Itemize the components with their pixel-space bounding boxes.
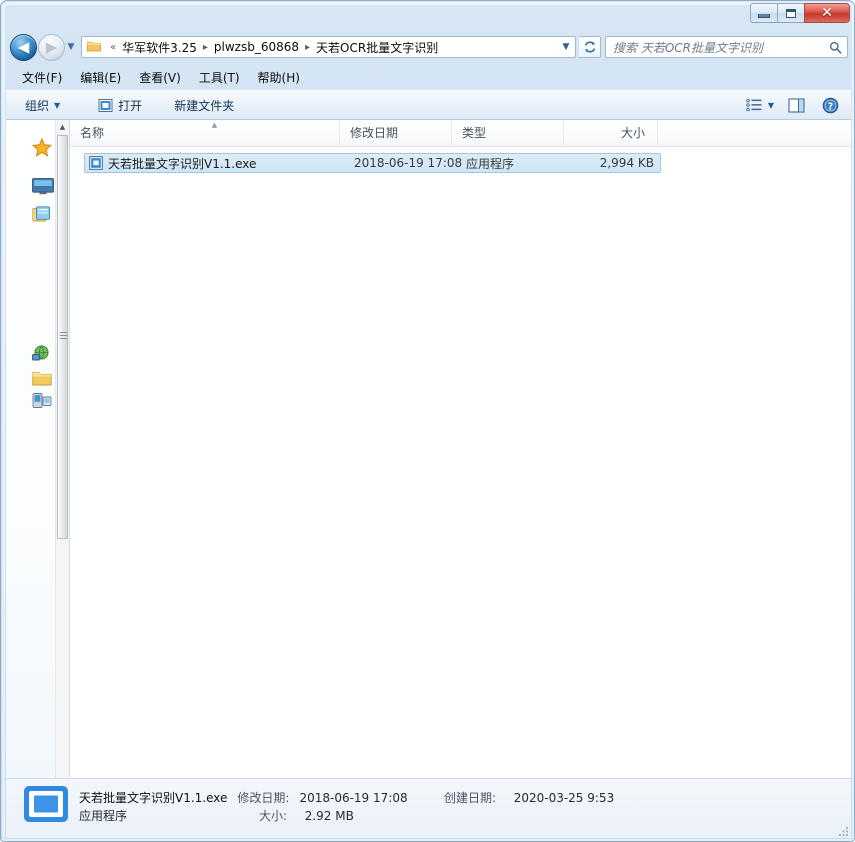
scroll-up-arrow-icon[interactable]: ▲	[56, 120, 69, 134]
command-toolbar: 组织 ▼ 打开 新建文件夹 ▼ ?	[6, 90, 851, 120]
file-type-cell: 应用程序	[466, 156, 515, 171]
column-header-type-label: 类型	[462, 126, 487, 140]
breadcrumb-item-2[interactable]: 天若OCR批量文字识别	[315, 39, 439, 56]
application-exe-icon	[98, 98, 113, 112]
menu-item-view[interactable]: 查看(V)	[130, 66, 190, 89]
navigation-pane[interactable]: ▲	[6, 120, 69, 778]
details-primary-line: 天若批量文字识别V1.1.exe 修改日期: 2018-06-19 17:08	[79, 789, 408, 806]
details-modified-label: 修改日期:	[237, 791, 290, 805]
file-name-cell[interactable]: 天若批量文字识别V1.1.exe	[89, 154, 256, 172]
menu-item-edit[interactable]: 编辑(E)	[71, 66, 130, 89]
column-header-row: 名称 修改日期 类型 大小 ▲	[70, 120, 851, 147]
favorites-star-icon[interactable]	[32, 137, 52, 157]
libraries-icon[interactable]	[32, 206, 52, 224]
help-icon: ?	[822, 97, 839, 113]
application-exe-icon-large	[24, 786, 68, 822]
computer-icon[interactable]	[32, 392, 52, 410]
details-created-group: 创建日期: 2020-03-25 9:53	[444, 789, 614, 806]
column-header-size[interactable]: 大小	[564, 120, 658, 145]
breadcrumb-item-1[interactable]: plwzsb_60868	[213, 40, 300, 54]
explorer-window: ✕ ◀ ▶ ▼ « 华军软件3.25 ▸ plwzsb_60868 ▸ 天若OC…	[0, 0, 855, 842]
refresh-icon	[584, 41, 595, 53]
back-arrow-icon: ◀	[17, 38, 30, 56]
new-folder-label: 新建文件夹	[174, 98, 235, 113]
scrollbar-thumb[interactable]	[57, 135, 68, 539]
sort-ascending-icon: ▲	[211, 121, 218, 129]
network-icon[interactable]	[32, 344, 52, 362]
title-bar: ✕	[1, 1, 854, 29]
menu-item-tools[interactable]: 工具(T)	[190, 66, 249, 89]
breadcrumb-separator-0[interactable]: ▸	[198, 42, 213, 53]
menu-item-help[interactable]: 帮助(H)	[249, 66, 309, 89]
maximize-button[interactable]	[777, 3, 805, 23]
address-leading-separator: «	[110, 41, 117, 53]
navigation-pane-scrollbar[interactable]: ▲	[55, 120, 69, 778]
search-icon	[823, 41, 847, 54]
close-button[interactable]: ✕	[804, 3, 850, 23]
search-box[interactable]: 搜索 天若OCR批量文字识别	[605, 36, 848, 58]
table-row[interactable]: 天若批量文字识别V1.1.exe 2018-06-19 17:08 应用程序 2…	[84, 153, 661, 173]
address-row: ◀ ▶ ▼ « 华军软件3.25 ▸ plwzsb_60868 ▸ 天若OCR批…	[1, 29, 854, 65]
organize-label: 组织	[25, 98, 50, 113]
close-icon: ✕	[821, 5, 833, 21]
organize-button[interactable]: 组织 ▼	[17, 94, 68, 116]
menu-bar: 文件(F) 编辑(E) 查看(V) 工具(T) 帮助(H)	[1, 65, 854, 90]
column-header-type[interactable]: 类型	[452, 120, 564, 145]
column-header-modified-label: 修改日期	[350, 126, 399, 140]
svg-text:?: ?	[828, 101, 834, 112]
details-modified-value: 2018-06-19 17:08	[299, 791, 408, 805]
forward-button[interactable]: ▶	[38, 34, 65, 61]
window-controls: ✕	[750, 3, 850, 24]
details-type-group: 应用程序	[79, 807, 127, 824]
refresh-button[interactable]	[579, 36, 601, 58]
column-header-name-label: 名称	[80, 126, 105, 140]
folder-icon	[87, 40, 101, 55]
back-button[interactable]: ◀	[10, 34, 37, 61]
minimize-button[interactable]	[750, 3, 778, 23]
column-header-name[interactable]: 名称	[70, 120, 340, 145]
recent-locations-button[interactable]: ▼	[65, 41, 77, 53]
column-header-modified[interactable]: 修改日期	[340, 120, 452, 145]
desktop-icon[interactable]	[32, 178, 54, 196]
details-created-label: 创建日期:	[444, 791, 497, 805]
help-button[interactable]: ?	[815, 94, 851, 116]
details-pane	[6, 778, 851, 838]
details-size-group: 大小: 2.92 MB	[259, 807, 354, 824]
breadcrumb-separator-1[interactable]: ▸	[300, 42, 315, 53]
file-list-pane[interactable]: 名称 修改日期 类型 大小 ▲ 天若批量文字识别V1.1.exe 2018-06…	[70, 120, 851, 778]
address-dropdown-icon[interactable]: ▼	[557, 42, 575, 52]
minimize-icon	[758, 13, 770, 18]
chevron-down-icon: ▼	[54, 100, 61, 110]
view-options-icon	[746, 98, 762, 112]
file-modified-cell: 2018-06-19 17:08	[354, 156, 463, 170]
details-created-value: 2020-03-25 9:53	[513, 791, 615, 805]
maximize-icon	[786, 8, 796, 18]
open-label: 打开	[118, 98, 143, 113]
chevron-down-icon: ▼	[767, 100, 774, 110]
resize-grip-icon[interactable]	[837, 825, 850, 838]
content-area: ▲ 名称 修改日期 类型 大小 ▲ 天若批量文字识别V1.1.exe 2018-…	[6, 120, 851, 778]
preview-pane-icon	[788, 97, 805, 113]
scrollbar-grip-icon	[60, 332, 67, 339]
folder-icon[interactable]	[32, 370, 52, 388]
details-size-value: 2.92 MB	[304, 809, 354, 823]
details-size-label: 大小:	[259, 809, 288, 823]
open-button[interactable]: 打开	[90, 94, 150, 116]
menu-item-file[interactable]: 文件(F)	[13, 66, 71, 89]
application-exe-icon	[89, 156, 103, 170]
search-input[interactable]: 搜索 天若OCR批量文字识别	[606, 39, 823, 56]
breadcrumb-item-0[interactable]: 华军软件3.25	[121, 39, 198, 56]
details-type-value: 应用程序	[79, 809, 128, 823]
address-bar[interactable]: « 华军软件3.25 ▸ plwzsb_60868 ▸ 天若OCR批量文字识别 …	[81, 36, 576, 58]
details-file-name: 天若批量文字识别V1.1.exe	[79, 791, 228, 805]
new-folder-button[interactable]: 新建文件夹	[166, 94, 242, 116]
change-view-button[interactable]: ▼	[739, 94, 781, 116]
file-size-cell: 2,994 KB	[599, 156, 654, 170]
chevron-down-icon: ▼	[67, 42, 75, 52]
preview-pane-button[interactable]	[781, 94, 815, 116]
forward-arrow-icon: ▶	[45, 38, 58, 56]
column-header-size-label: 大小	[620, 126, 645, 140]
file-name-label: 天若批量文字识别V1.1.exe	[108, 156, 257, 171]
